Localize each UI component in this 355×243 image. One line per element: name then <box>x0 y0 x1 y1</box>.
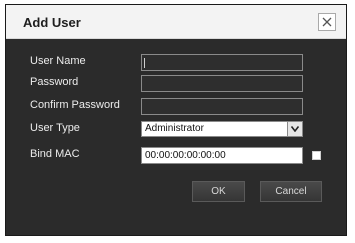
text-cursor <box>144 58 145 68</box>
password-label: Password <box>30 76 79 88</box>
dialog-titlebar: Add User <box>6 5 346 39</box>
close-icon <box>322 17 332 27</box>
user-type-select[interactable]: Administrator <box>141 121 303 137</box>
username-field[interactable] <box>141 54 303 71</box>
user-type-value: Administrator <box>145 123 204 134</box>
password-field[interactable] <box>141 75 303 92</box>
user-type-label: User Type <box>30 122 80 134</box>
dialog-title: Add User <box>23 15 81 30</box>
bind-mac-label: Bind MAC <box>30 148 80 160</box>
confirm-password-field[interactable] <box>141 98 303 115</box>
add-user-dialog: Add User User Name Password Confirm Pass… <box>5 4 347 236</box>
dropdown-button[interactable] <box>287 122 302 136</box>
cancel-button[interactable]: Cancel <box>260 181 322 202</box>
bind-mac-checkbox[interactable] <box>312 151 321 160</box>
username-label: User Name <box>30 55 86 67</box>
close-button[interactable] <box>318 13 336 31</box>
ok-button[interactable]: OK <box>192 181 245 202</box>
mac-address-field[interactable]: 00:00:00:00:00:00 <box>141 147 303 164</box>
confirm-password-label: Confirm Password <box>30 99 120 111</box>
chevron-down-icon <box>291 126 299 132</box>
